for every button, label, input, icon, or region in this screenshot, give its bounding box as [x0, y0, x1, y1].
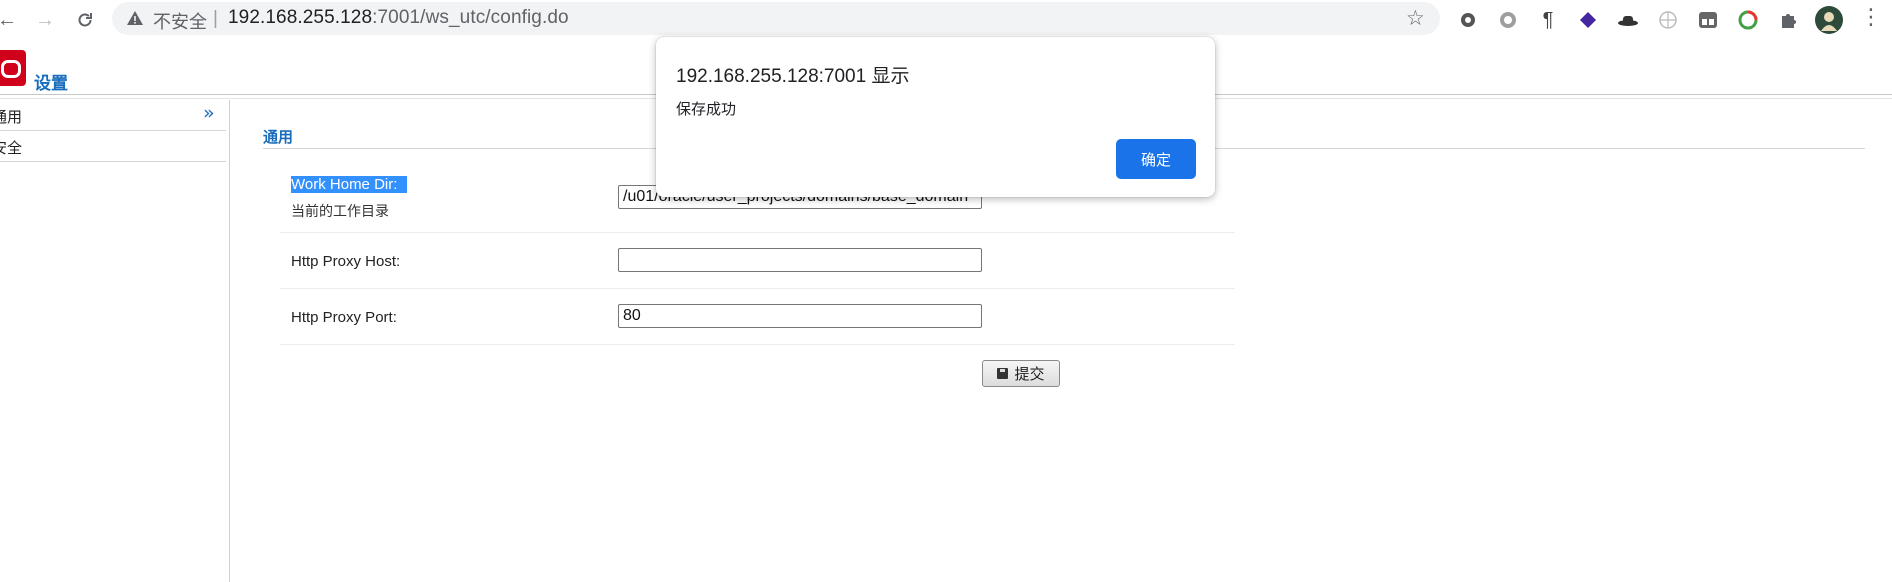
dialog-message: 保存成功 — [676, 100, 737, 118]
back-icon[interactable]: ← — [0, 7, 20, 33]
layers-extension-icon[interactable] — [1577, 9, 1599, 31]
double-chevron-right-icon[interactable]: » — [203, 102, 215, 124]
browser-toolbar: ← → 不安全 | 192.168.255.128:7001/ws_utc/co… — [0, 0, 1892, 40]
sidebar-item-security[interactable]: 安全 — [0, 131, 226, 162]
puzzle-icon[interactable] — [1777, 9, 1799, 31]
forward-icon[interactable]: → — [32, 7, 58, 33]
http-proxy-port-input[interactable] — [618, 304, 982, 328]
http-proxy-port-label: Http Proxy Port: — [291, 309, 397, 326]
alert-dialog: 192.168.255.128:7001 显示 保存成功 确定 — [656, 37, 1215, 197]
sync-extension-icon[interactable] — [1737, 9, 1759, 31]
url-host: 192.168.255.128 — [228, 7, 373, 28]
save-icon — [997, 368, 1009, 379]
work-home-dir-label: Work Home Dir: — [291, 176, 408, 193]
circle-extension-icon[interactable] — [1497, 9, 1519, 31]
ok-button[interactable]: 确定 — [1116, 139, 1196, 179]
row-divider — [280, 288, 1235, 289]
section-title: 通用 — [263, 128, 294, 146]
globe-extension-icon[interactable] — [1657, 9, 1679, 31]
row-divider — [280, 344, 1235, 345]
warning-icon[interactable] — [126, 10, 144, 31]
pilcrow-extension-icon[interactable]: ¶ — [1537, 9, 1559, 31]
window-extension-icon[interactable] — [1697, 9, 1719, 31]
bookmark-star-icon[interactable]: ☆ — [1406, 6, 1425, 31]
submit-button-label: 提交 — [1014, 365, 1045, 383]
url-path: :7001/ws_utc/config.do — [372, 7, 569, 28]
app-logo — [0, 50, 26, 86]
submit-button[interactable]: 提交 — [982, 360, 1060, 387]
sidebar: 通用 » 安全 — [0, 100, 230, 582]
sidebar-item-general[interactable]: 通用 » — [0, 100, 226, 131]
sidebar-item-label: 安全 — [0, 139, 23, 157]
gear-extension-icon[interactable] — [1457, 9, 1479, 31]
hat-extension-icon[interactable] — [1617, 9, 1639, 31]
sidebar-item-label: 通用 — [0, 108, 23, 126]
row-divider — [280, 232, 1235, 233]
reload-icon[interactable] — [72, 7, 98, 33]
url-text[interactable]: 192.168.255.128:7001/ws_utc/config.do — [228, 7, 569, 29]
http-proxy-host-input[interactable] — [618, 248, 982, 272]
security-label[interactable]: 不安全 — [153, 8, 207, 34]
profile-avatar[interactable] — [1815, 6, 1843, 34]
work-home-dir-description: 当前的工作目录 — [291, 204, 389, 220]
page-title: 设置 — [34, 74, 68, 94]
dialog-title: 192.168.255.128:7001 显示 — [676, 66, 910, 87]
url-separator: | — [213, 8, 218, 29]
http-proxy-host-label: Http Proxy Host: — [291, 253, 401, 270]
more-menu-icon[interactable]: ⋮ — [1860, 6, 1882, 28]
